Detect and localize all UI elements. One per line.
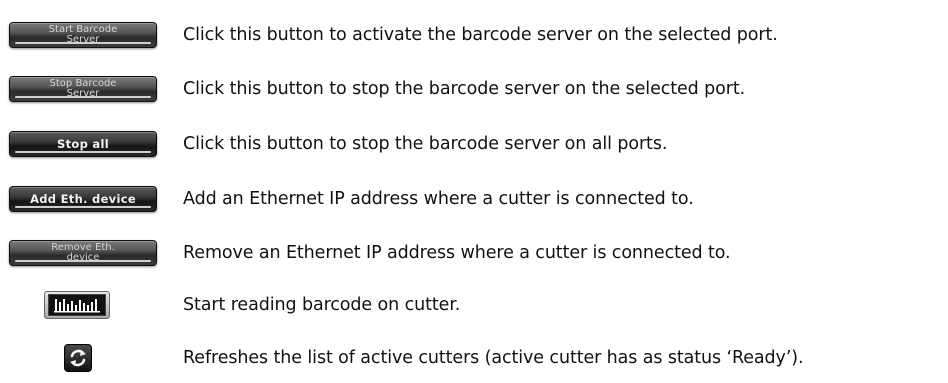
button-underline — [15, 42, 151, 44]
remove-eth-device-button[interactable]: Remove Eth. device — [9, 240, 157, 266]
barcode-icon — [54, 299, 100, 313]
button-underline — [15, 206, 151, 208]
legend-row-add-eth-device: Add Eth. device Add an Ethernet IP addre… — [0, 184, 948, 214]
legend-row-remove-eth-device: Remove Eth. device Remove an Ethernet IP… — [0, 238, 948, 268]
start-barcode-server-button[interactable]: Start Barcode Server — [9, 22, 157, 48]
button-underline — [15, 260, 151, 262]
read-barcode-button[interactable] — [44, 291, 110, 319]
button-label: Add Eth. device — [30, 192, 136, 206]
refresh-button[interactable] — [64, 344, 92, 372]
row-description: Remove an Ethernet IP address where a cu… — [183, 243, 731, 263]
stop-all-button[interactable]: Stop all — [9, 131, 157, 157]
row-description: Click this button to stop the barcode se… — [183, 79, 746, 99]
button-label: Stop all — [57, 137, 109, 151]
row-description: Refreshes the list of active cutters (ac… — [183, 348, 804, 368]
add-eth-device-button[interactable]: Add Eth. device — [9, 186, 157, 212]
legend-row-read-barcode: Start reading barcode on cutter. — [0, 290, 948, 320]
row-description: Click this button to stop the barcode se… — [183, 134, 668, 154]
row-description: Add an Ethernet IP address where a cutte… — [183, 189, 694, 209]
legend-row-stop-barcode-server: Stop Barcode Server Click this button to… — [0, 74, 948, 104]
legend-row-refresh: Refreshes the list of active cutters (ac… — [0, 343, 948, 373]
stop-barcode-server-button[interactable]: Stop Barcode Server — [9, 76, 157, 102]
legend-row-stop-all: Stop all Click this button to stop the b… — [0, 129, 948, 159]
row-description: Start reading barcode on cutter. — [183, 295, 461, 315]
legend-row-start-barcode-server: Start Barcode Server Click this button t… — [0, 20, 948, 50]
button-underline — [15, 151, 151, 153]
refresh-icon — [70, 349, 86, 367]
button-underline — [15, 96, 151, 98]
row-description: Click this button to activate the barcod… — [183, 25, 778, 45]
